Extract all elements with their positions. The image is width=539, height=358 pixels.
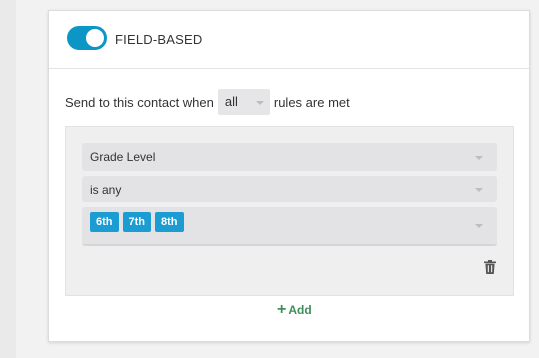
plus-icon: + [277, 301, 287, 318]
match-mode-select[interactable]: all [217, 89, 270, 115]
trash-icon[interactable] [484, 260, 496, 274]
selected-values: 6th 7th 8th [90, 212, 184, 232]
caret-down-icon [475, 156, 483, 160]
rule-prefix-text: Send to this contact when [65, 94, 214, 110]
caret-down-icon [255, 101, 264, 105]
rule-box: Grade Level is any 6th 7th 8th [65, 126, 514, 296]
field-based-toggle[interactable] [67, 26, 107, 50]
contact-rules-card: FIELD-BASED Send to this contact when al… [48, 10, 530, 342]
value-chip[interactable]: 6th [90, 212, 119, 232]
field-select-value: Grade Level [90, 150, 156, 164]
operator-select[interactable]: is any [82, 176, 497, 202]
field-select[interactable]: Grade Level [82, 143, 497, 171]
operator-select-value: is any [90, 183, 122, 197]
caret-down-icon [475, 224, 483, 228]
value-chip[interactable]: 7th [122, 212, 151, 232]
add-rule-button[interactable]: + Add [277, 301, 312, 319]
left-panel-edge [0, 0, 16, 358]
value-chip[interactable]: 8th [155, 212, 184, 232]
match-mode-value: all [224, 94, 238, 109]
rule-suffix-text: rules are met [273, 94, 350, 110]
toggle-label: FIELD-BASED [115, 32, 203, 47]
toggle-knob [86, 29, 104, 47]
card-header: FIELD-BASED [49, 11, 529, 69]
caret-down-icon [475, 188, 483, 192]
rule-match-sentence: Send to this contact when all rules are … [65, 89, 350, 115]
add-rule-label: Add [288, 303, 312, 317]
values-multiselect[interactable]: 6th 7th 8th [82, 207, 497, 246]
